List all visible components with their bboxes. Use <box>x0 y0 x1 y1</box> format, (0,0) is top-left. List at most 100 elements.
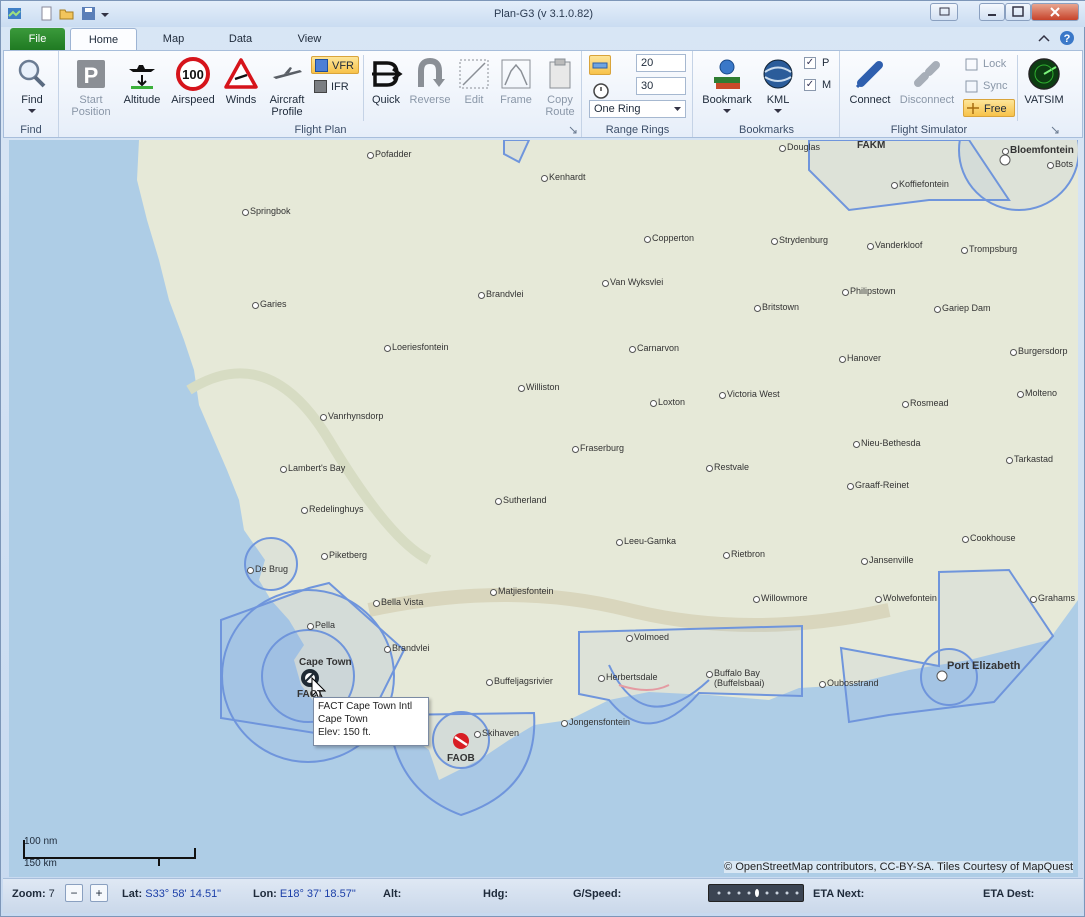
tab-file[interactable]: File <box>10 28 65 50</box>
city-label: Oubosstrand <box>819 678 879 688</box>
connect-button[interactable]: Connect <box>845 57 895 106</box>
cape-town-label: Cape Town <box>299 657 352 668</box>
zoom-in-button[interactable]: + <box>90 884 108 902</box>
find-button[interactable]: Find <box>10 57 54 115</box>
heading-readout: Hdg: <box>483 888 508 900</box>
tab-home[interactable]: Home <box>70 28 137 50</box>
separator <box>363 55 364 121</box>
disconnect-button[interactable]: Disconnect <box>897 57 957 106</box>
find-label: Find <box>21 94 43 106</box>
bookmark-button[interactable]: Bookmark <box>698 57 756 115</box>
map-view[interactable]: Pofadder Kenhardt Douglas Bloemfontein S… <box>9 140 1078 877</box>
port-elizabeth-label: Port Elizabeth <box>947 660 1021 672</box>
city-label: Willowmore <box>753 593 808 603</box>
range-ring-1-input[interactable]: 20 <box>636 54 686 72</box>
city-label: Pofadder <box>367 149 412 159</box>
reverse-label: Reverse <box>409 94 451 106</box>
free-button[interactable]: Free <box>963 99 1015 117</box>
city-label: Volmoed <box>625 632 670 642</box>
city-label: Wolwefontein <box>875 593 937 603</box>
edit-button[interactable]: Edit <box>454 57 494 106</box>
vfr-square-icon <box>315 59 328 72</box>
kml-button[interactable]: KML <box>758 57 798 115</box>
eta-dest-label: ETA Dest: <box>983 888 1035 900</box>
separator <box>1017 55 1018 121</box>
copy-route-button[interactable]: Copy Route <box>538 57 582 118</box>
gspeed-label: G/Speed: <box>573 888 622 900</box>
sync-button[interactable]: Sync <box>963 77 1015 95</box>
help-icon[interactable]: ? <box>1059 30 1075 46</box>
airport-tooltip: FACT Cape Town Intl Cape Town Elev: 150 … <box>313 697 429 746</box>
city-label: Vanderkloof <box>866 240 923 250</box>
frame-button[interactable]: Frame <box>494 57 538 106</box>
city-label: Springbok <box>242 206 291 216</box>
city-label: Fraserburg <box>571 443 625 453</box>
start-position-button[interactable]: P Start Position <box>66 57 116 118</box>
tab-data[interactable]: Data <box>218 28 263 50</box>
city-label: Jongensfontein <box>560 717 631 727</box>
hdg-label: Hdg: <box>483 888 509 900</box>
lat-label: Lat: <box>122 888 143 900</box>
ruler-icon <box>592 62 608 69</box>
m-checkbox[interactable]: ✓ M <box>802 76 836 94</box>
dialog-launcher-icon[interactable] <box>1051 126 1059 134</box>
collapse-ribbon-icon[interactable] <box>1038 33 1050 43</box>
stopwatch-icon[interactable] <box>592 81 610 99</box>
p-checkbox[interactable]: ✓ P <box>802 54 836 72</box>
clipboard-icon <box>549 58 571 89</box>
city-label: Philipstown <box>842 286 896 296</box>
group-flight-plan: P Start Position Altitude 100 Airspeed W… <box>60 51 582 137</box>
frame-label: Frame <box>500 94 532 106</box>
free-label: Free <box>984 103 1007 115</box>
winds-button[interactable]: Winds <box>218 57 264 106</box>
zoom-out-button[interactable]: − <box>65 884 83 902</box>
lock-label: Lock <box>983 58 1007 70</box>
restore-window-button[interactable] <box>930 3 958 21</box>
restore-icon <box>939 7 950 16</box>
city-label: Strydenburg <box>770 235 829 245</box>
quick-button[interactable]: Quick <box>366 57 406 106</box>
alt-label: Alt: <box>383 888 402 900</box>
city-label: Douglas <box>778 142 821 152</box>
tab-map[interactable]: Map <box>151 28 196 50</box>
reverse-button[interactable]: Reverse <box>406 57 454 106</box>
city-label: Matjiesfontein <box>490 586 554 596</box>
range-ring-2-input[interactable]: 30 <box>636 77 686 95</box>
altitude-button[interactable]: Altitude <box>118 57 166 106</box>
ring-mode-value: One Ring <box>594 103 641 115</box>
ifr-toggle[interactable]: IFR <box>311 78 359 96</box>
map-attribution: © OpenStreetMap contributors, CC-BY-SA. … <box>724 861 1073 873</box>
tooltip-line-3: Elev: 150 ft. <box>318 727 371 738</box>
progress-dots-icon <box>717 889 799 897</box>
faob-airport-icon[interactable] <box>453 733 469 749</box>
ring-mode-select[interactable]: One Ring <box>589 100 686 118</box>
vfr-toggle[interactable]: VFR <box>311 56 359 74</box>
minimize-icon <box>988 14 996 16</box>
city-label: Britstown <box>753 302 800 312</box>
chevron-down-icon <box>674 107 681 111</box>
lock-button[interactable]: Lock <box>963 55 1015 73</box>
maximize-button[interactable] <box>1005 3 1031 21</box>
airspeed-button[interactable]: 100 Airspeed <box>168 57 218 106</box>
checkbox-checked-icon: ✓ <box>804 57 816 69</box>
city-label: Cookhouse <box>962 533 1016 543</box>
city-label: Hanover <box>838 353 882 363</box>
bloemfontein-airport-icon[interactable] <box>999 154 1011 166</box>
dropdown-arrow-icon <box>723 109 731 113</box>
range-ring-toggle[interactable] <box>589 55 611 75</box>
zoom-indicator: Zoom: 7 <box>12 888 55 900</box>
city-label: Leeu-Gamka <box>615 536 677 546</box>
dropdown-arrow-icon <box>774 109 782 113</box>
map-canvas <box>9 140 1078 877</box>
aircraft-profile-button[interactable]: Aircraft Profile <box>264 57 310 118</box>
close-button[interactable] <box>1031 3 1079 21</box>
tab-view[interactable]: View <box>287 28 332 50</box>
dialog-launcher-icon[interactable] <box>569 126 577 134</box>
minimize-button[interactable] <box>979 3 1005 21</box>
plug-connect-icon <box>855 61 883 89</box>
maximize-icon <box>1012 6 1024 17</box>
copy-route-label: Copy Route <box>545 94 575 118</box>
port-elizabeth-airport-icon[interactable] <box>936 670 948 682</box>
vatsim-button[interactable]: VATSIM <box>1021 57 1067 106</box>
lat-value: S33° 58' 14.51" <box>145 888 222 900</box>
